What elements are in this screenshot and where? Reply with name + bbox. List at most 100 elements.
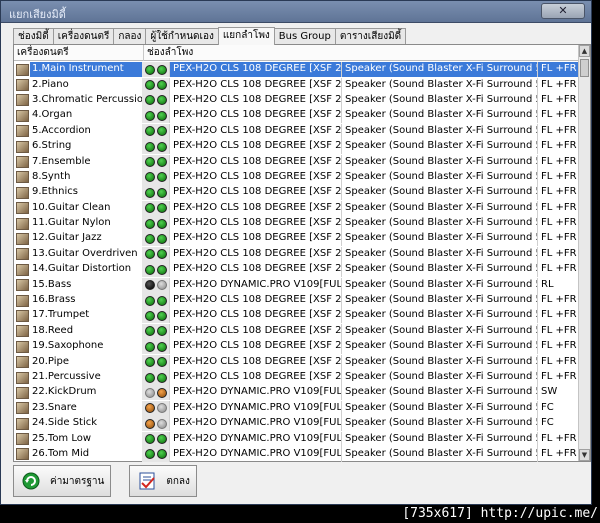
soundfont-output[interactable]: PEX-H2O CLS 108 DEGREE [XSF 2015 FULL... (169, 354, 341, 370)
soundfont-output[interactable]: PEX-H2O CLS 108 DEGREE [XSF 2015 FULL... (169, 154, 341, 170)
status-dot-icon[interactable] (145, 264, 155, 275)
speaker-device[interactable]: Speaker (Sound Blaster X-Fi Surround 5.1… (341, 370, 537, 385)
status-indicators[interactable] (142, 431, 169, 447)
status-dot-icon[interactable] (157, 403, 167, 414)
status-indicators[interactable] (142, 231, 169, 247)
table-row[interactable]: 26.Tom Mid PEX-H2O DYNAMIC.PRO V109[FULL … (14, 446, 579, 462)
soundfont-output[interactable]: PEX-H2O CLS 108 DEGREE [XSF 2015 FULL... (169, 323, 341, 339)
status-dot-icon[interactable] (145, 80, 155, 91)
speaker-channel[interactable]: FL +FR (537, 323, 579, 339)
soundfont-output[interactable]: PEX-H2O DYNAMIC.PRO V109[FULL XSF] (169, 446, 341, 462)
soundfont-output[interactable]: PEX-H2O CLS 108 DEGREE [XSF 2015 FULL... (169, 108, 341, 124)
speaker-device[interactable]: Speaker (Sound Blaster X-Fi Surround 5.1… (341, 277, 537, 293)
speaker-channel[interactable]: FL +FR (537, 262, 579, 278)
status-dot-icon[interactable] (157, 280, 167, 291)
status-dot-icon[interactable] (145, 295, 155, 306)
status-indicators[interactable] (142, 446, 169, 462)
column-header-instrument[interactable]: เครื่องดนตรี (14, 45, 144, 61)
speaker-device[interactable]: Speaker (Sound Blaster X-Fi Surround 5.1… (341, 108, 537, 124)
speaker-channel[interactable]: FL +FR (537, 169, 579, 185)
speaker-device[interactable]: Speaker (Sound Blaster X-Fi Surround 5.1… (341, 400, 537, 416)
status-dot-icon[interactable] (157, 295, 167, 306)
speaker-device[interactable]: Speaker (Sound Blaster X-Fi Surround 5.1… (341, 216, 537, 232)
speaker-device[interactable]: Speaker (Sound Blaster X-Fi Surround 5.1… (341, 431, 537, 447)
status-dot-icon[interactable] (145, 187, 155, 198)
status-indicators[interactable] (142, 77, 169, 93)
speaker-device[interactable]: Speaker (Sound Blaster X-Fi Surround 5.1… (341, 262, 537, 278)
table-row[interactable]: 22.KickDrum PEX-H2O DYNAMIC.PRO V109[FULL… (14, 385, 579, 401)
status-dot-icon[interactable] (157, 372, 167, 383)
status-indicators[interactable] (142, 108, 169, 124)
soundfont-output[interactable]: PEX-H2O DYNAMIC.PRO V109[FULL XSF] (169, 277, 341, 293)
status-dot-icon[interactable] (145, 357, 155, 368)
speaker-channel[interactable]: FC (537, 400, 579, 416)
status-dot-icon[interactable] (145, 95, 155, 106)
vertical-scrollbar[interactable]: ▲ ▼ (578, 45, 590, 461)
status-dot-icon[interactable] (145, 403, 155, 414)
speaker-device[interactable]: Speaker (Sound Blaster X-Fi Surround 5.1… (341, 92, 537, 108)
table-row[interactable]: 5.Accordion PEX-H2O CLS 108 DEGREE [XSF 2… (14, 123, 579, 139)
status-dot-icon[interactable] (145, 434, 155, 445)
speaker-channel[interactable]: FL +FR (537, 370, 579, 385)
table-row[interactable]: 16.Brass PEX-H2O CLS 108 DEGREE [XSF 2015… (14, 293, 579, 309)
tab-4[interactable]: ผู้ใช้กำหนดเอง (145, 28, 219, 45)
table-row[interactable]: 4.Organ PEX-H2O CLS 108 DEGREE [XSF 2015 … (14, 108, 579, 124)
status-indicators[interactable] (142, 370, 169, 385)
soundfont-output[interactable]: PEX-H2O CLS 108 DEGREE [XSF 2015 FULL... (169, 185, 341, 201)
soundfont-output[interactable]: PEX-H2O CLS 108 DEGREE [XSF 2015 FULL... (169, 92, 341, 108)
status-dot-icon[interactable] (157, 172, 167, 183)
speaker-device[interactable]: Speaker (Sound Blaster X-Fi Surround 5.1… (341, 200, 537, 216)
status-dot-icon[interactable] (157, 95, 167, 106)
status-dot-icon[interactable] (157, 418, 167, 429)
status-dot-icon[interactable] (145, 418, 155, 429)
status-dot-icon[interactable] (145, 249, 155, 260)
soundfont-output[interactable]: PEX-H2O CLS 108 DEGREE [XSF 2015 FULL... (169, 62, 341, 78)
speaker-device[interactable]: Speaker (Sound Blaster X-Fi Surround 5.1… (341, 246, 537, 262)
status-dot-icon[interactable] (157, 80, 167, 91)
status-dot-icon[interactable] (157, 449, 167, 460)
tab-2[interactable]: เครื่องดนตรี (52, 28, 115, 45)
table-row[interactable]: 24.Side Stick PEX-H2O DYNAMIC.PRO V109[FU… (14, 416, 579, 432)
speaker-channel[interactable]: FL +FR (537, 139, 579, 155)
status-dot-icon[interactable] (145, 218, 155, 229)
status-dot-icon[interactable] (157, 187, 167, 198)
status-dot-icon[interactable] (157, 249, 167, 260)
table-row[interactable]: 15.Bass PEX-H2O DYNAMIC.PRO V109[FULL XSF… (14, 277, 579, 293)
status-indicators[interactable] (142, 246, 169, 262)
status-indicators[interactable] (142, 308, 169, 324)
speaker-channel[interactable]: FL +FR (537, 200, 579, 216)
speaker-device[interactable]: Speaker (Sound Blaster X-Fi Surround 5.1… (341, 446, 537, 462)
status-dot-icon[interactable] (157, 310, 167, 321)
close-button[interactable]: ✕ (541, 3, 585, 19)
status-dot-icon[interactable] (145, 157, 155, 168)
status-dot-icon[interactable] (145, 372, 155, 383)
status-dot-icon[interactable] (157, 357, 167, 368)
speaker-channel[interactable]: FL +FR (537, 446, 579, 462)
speaker-channel[interactable]: FL +FR (537, 123, 579, 139)
soundfont-output[interactable]: PEX-H2O DYNAMIC.PRO V109[FULL XSF] (169, 416, 341, 432)
soundfont-output[interactable]: PEX-H2O CLS 108 DEGREE [XSF 2015 FULL... (169, 77, 341, 93)
speaker-channel[interactable]: FL +FR (537, 92, 579, 108)
status-dot-icon[interactable] (157, 126, 167, 137)
status-indicators[interactable] (142, 92, 169, 108)
status-dot-icon[interactable] (157, 434, 167, 445)
status-indicators[interactable] (142, 62, 169, 78)
table-row[interactable]: 17.Trumpet PEX-H2O CLS 108 DEGREE [XSF 20… (14, 308, 579, 324)
scroll-up-icon[interactable]: ▲ (579, 45, 590, 57)
soundfont-output[interactable]: PEX-H2O DYNAMIC.PRO V109[FULL XSF] (169, 431, 341, 447)
soundfont-output[interactable]: PEX-H2O CLS 108 DEGREE [XSF 2015 FULL... (169, 308, 341, 324)
status-dot-icon[interactable] (145, 449, 155, 460)
speaker-channel[interactable]: FL +FR (537, 293, 579, 309)
table-row[interactable]: 2.Piano PEX-H2O CLS 108 DEGREE [XSF 2015 … (14, 77, 579, 93)
status-dot-icon[interactable] (145, 141, 155, 152)
status-dot-icon[interactable] (145, 110, 155, 121)
soundfont-output[interactable]: PEX-H2O CLS 108 DEGREE [XSF 2015 FULL... (169, 139, 341, 155)
scroll-thumb[interactable] (580, 59, 589, 77)
speaker-channel[interactable]: FL +FR (537, 354, 579, 370)
status-dot-icon[interactable] (145, 233, 155, 244)
status-indicators[interactable] (142, 293, 169, 309)
status-dot-icon[interactable] (157, 387, 167, 398)
table-row[interactable]: 10.Guitar Clean PEX-H2O CLS 108 DEGREE [X… (14, 200, 579, 216)
soundfont-output[interactable]: PEX-H2O CLS 108 DEGREE [XSF 2015 FULL... (169, 339, 341, 355)
status-indicators[interactable] (142, 200, 169, 216)
